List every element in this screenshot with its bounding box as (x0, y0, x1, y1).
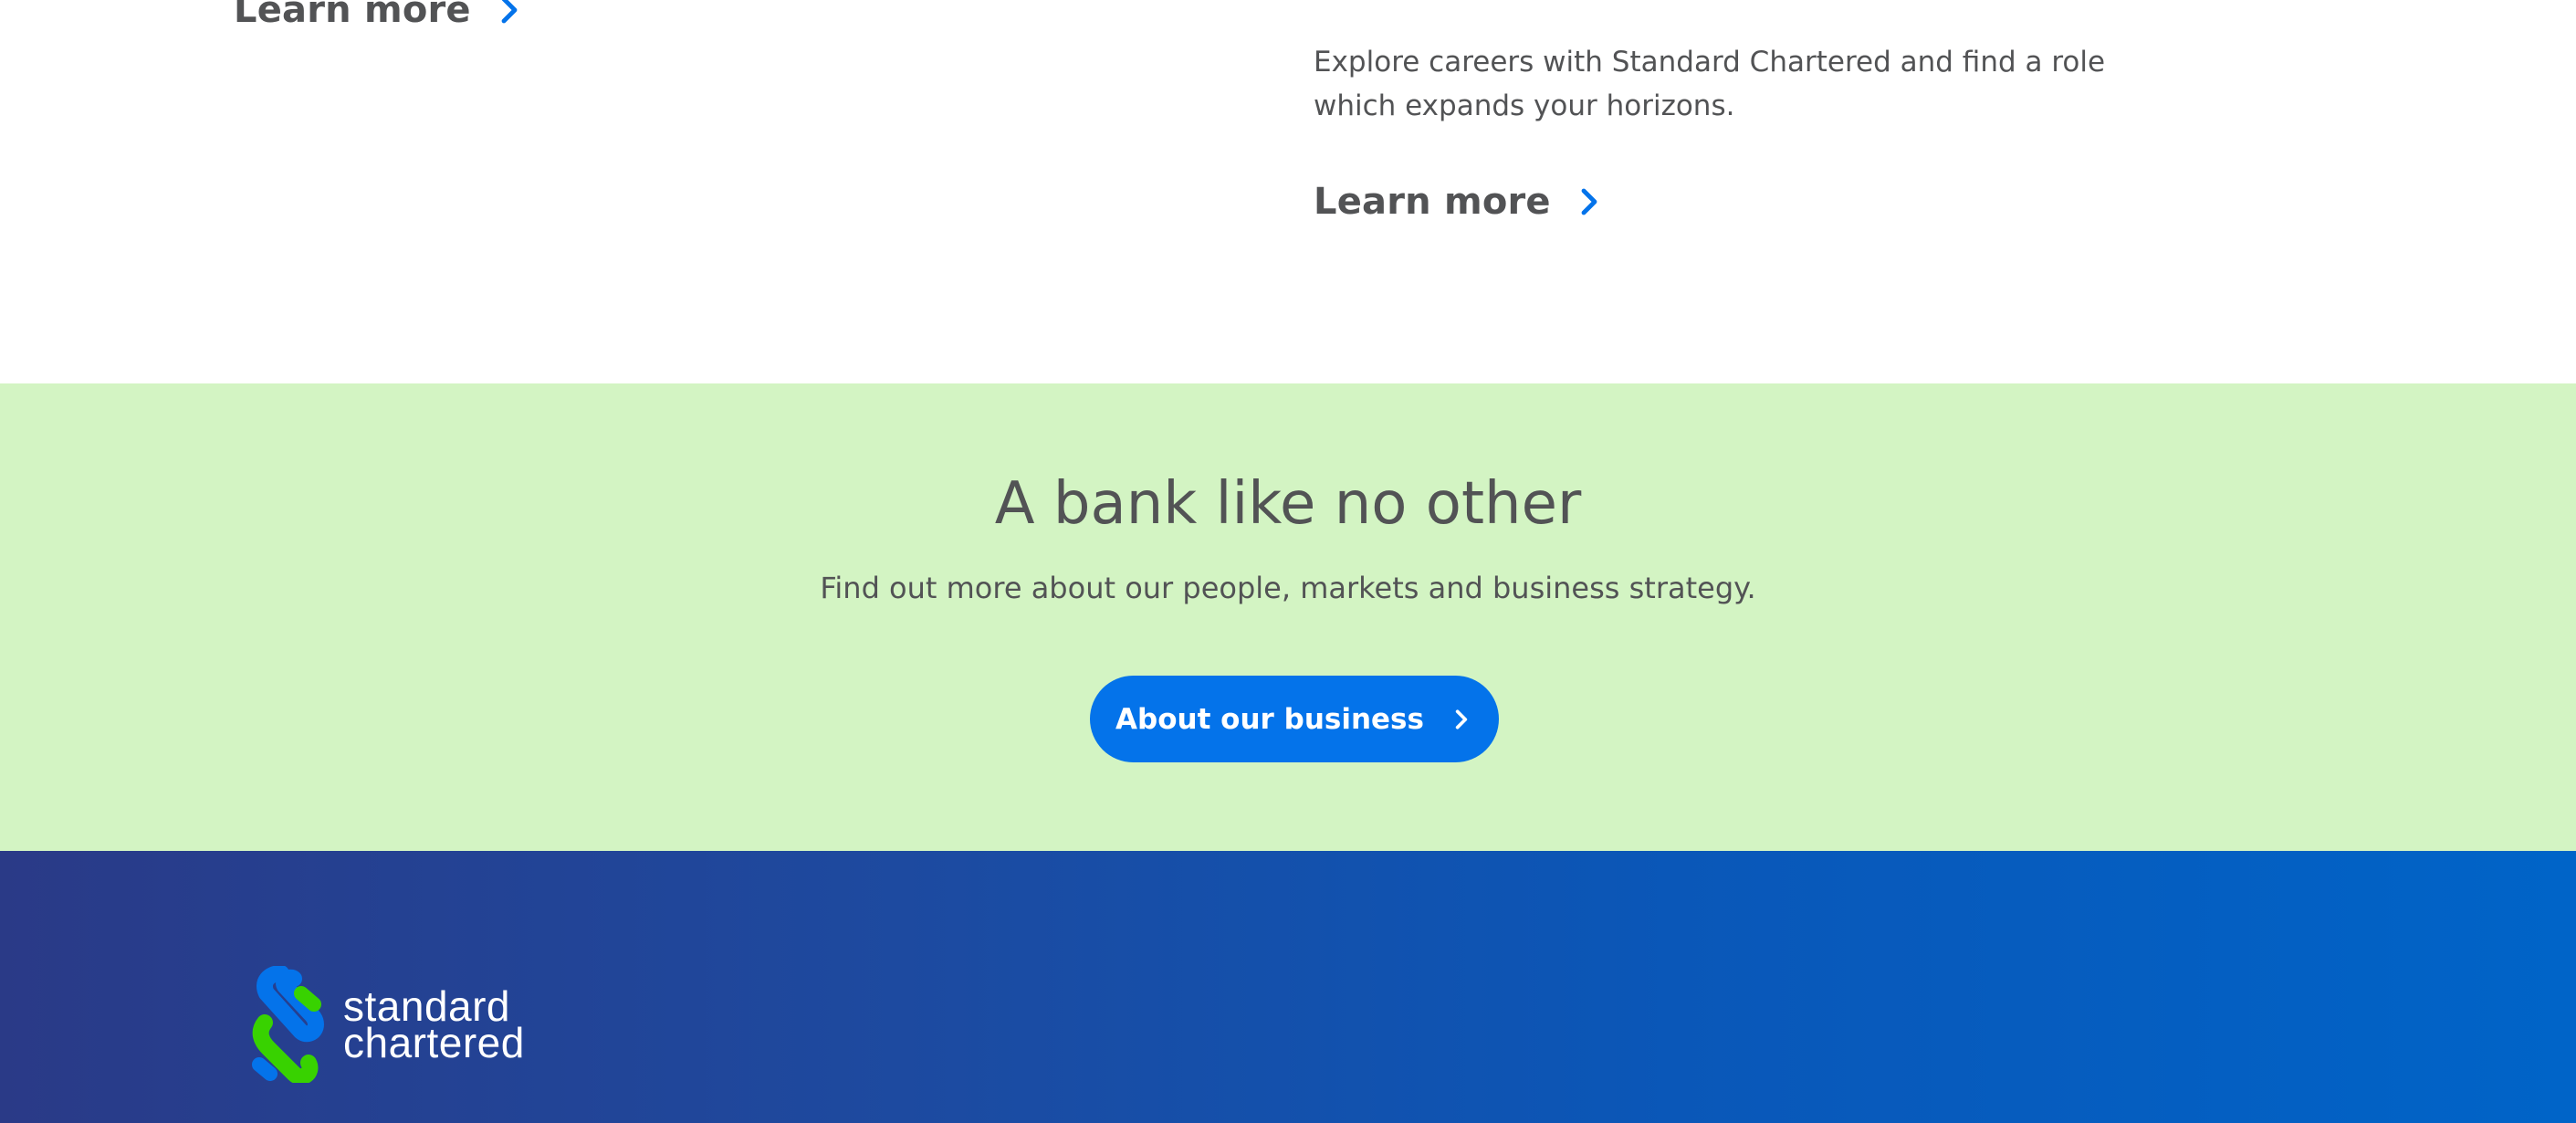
standard-chartered-logo[interactable]: standard chartered (248, 966, 525, 1083)
about-our-business-button[interactable]: About our business (1090, 676, 1499, 762)
chevron-right-icon (501, 0, 518, 24)
button-label: About our business (1115, 702, 1424, 736)
promo-title: A bank like no other (994, 470, 1582, 538)
learn-more-link-left[interactable]: Learn more (234, 0, 526, 31)
careers-description: Explore careers with Standard Chartered … (1314, 46, 2106, 122)
logo-line-2: chartered (343, 1019, 525, 1066)
logo-mark-icon (252, 966, 324, 1083)
logo-wordmark: standard chartered (343, 985, 525, 1066)
careers-section: Learn more Explore careers with Standard… (0, 0, 2576, 383)
page: Learn more Explore careers with Standard… (0, 0, 2576, 1123)
learn-more-label: Learn more (1314, 181, 1551, 223)
chevron-right-icon (1581, 188, 1597, 215)
learn-more-link-right[interactable]: Learn more (1314, 181, 1606, 223)
learn-more-label: Learn more (234, 0, 471, 31)
promo-subtitle: Find out more about our people, markets … (820, 571, 1756, 605)
promo-banner: A bank like no other Find out more about… (0, 383, 2576, 851)
site-footer: standard chartered (0, 851, 2576, 1123)
chevron-right-icon (1455, 708, 1468, 729)
